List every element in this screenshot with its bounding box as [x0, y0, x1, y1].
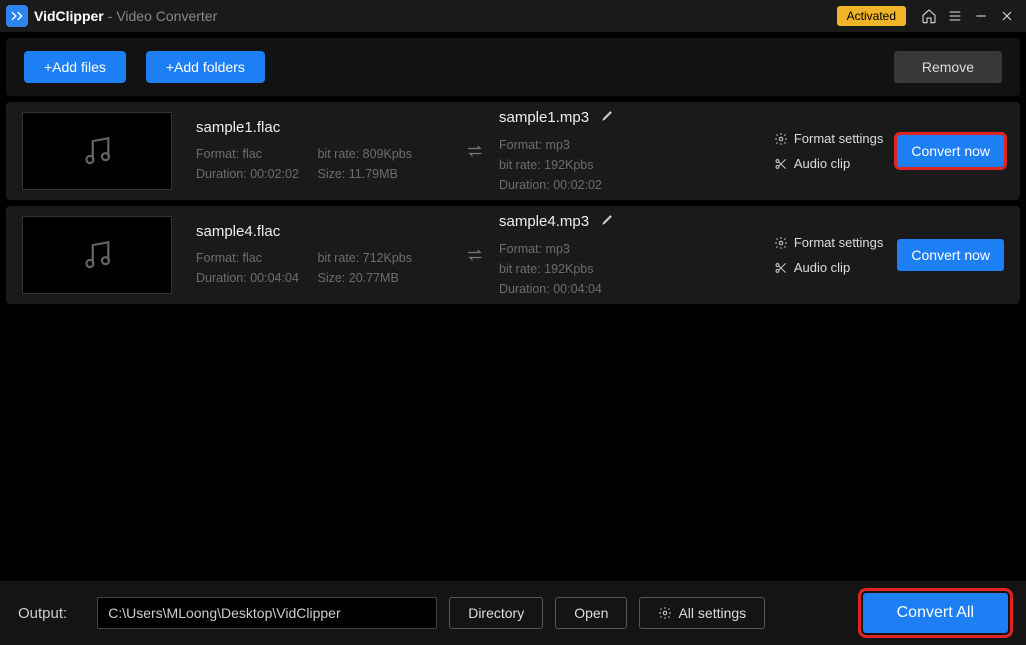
all-settings-button[interactable]: All settings: [639, 597, 765, 629]
dest-duration: Duration: 00:04:04: [499, 279, 617, 299]
music-note-icon: [80, 134, 114, 168]
swap-icon: [457, 141, 493, 161]
gear-icon: [774, 132, 788, 146]
source-column: sample4.flac Format: flac bit rate: 712K…: [196, 223, 451, 288]
file-list: sample1.flac Format: flac bit rate: 809K…: [0, 96, 1026, 316]
source-format: Format: flac: [196, 144, 314, 164]
dest-format: Format: mp3: [499, 239, 617, 259]
source-format: Format: flac: [196, 248, 314, 268]
bottombar: Output: Directory Open All settings Conv…: [0, 581, 1026, 645]
source-size: Size: 20.77MB: [317, 268, 435, 288]
app-subtitle: - Video Converter: [108, 8, 217, 24]
dest-column: sample4.mp3 Format: mp3 bit rate: 192Kpb…: [499, 212, 729, 299]
dest-filename: sample1.mp3: [499, 109, 589, 126]
dest-format: Format: mp3: [499, 135, 617, 155]
convert-all-button[interactable]: Convert All: [863, 593, 1008, 633]
add-files-button[interactable]: +Add files: [24, 51, 126, 83]
gear-icon: [774, 236, 788, 250]
audio-clip-link[interactable]: Audio clip: [774, 260, 850, 275]
edit-icon[interactable]: [601, 108, 615, 127]
format-settings-link[interactable]: Format settings: [774, 131, 884, 146]
output-path-input[interactable]: [97, 597, 437, 629]
dest-bitrate: bit rate: 192Kpbs: [499, 155, 617, 175]
gear-icon: [658, 606, 672, 620]
source-duration: Duration: 00:04:04: [196, 268, 314, 288]
scissors-icon: [774, 261, 788, 275]
add-folders-button[interactable]: +Add folders: [146, 51, 265, 83]
dest-bitrate: bit rate: 192Kpbs: [499, 259, 617, 279]
toolbar: +Add files +Add folders Remove: [6, 38, 1020, 96]
source-duration: Duration: 00:02:02: [196, 164, 314, 184]
close-icon[interactable]: [994, 3, 1020, 29]
file-row[interactable]: sample4.flac Format: flac bit rate: 712K…: [6, 206, 1020, 304]
directory-button[interactable]: Directory: [449, 597, 543, 629]
menu-icon[interactable]: [942, 3, 968, 29]
convert-now-button[interactable]: Convert now: [897, 135, 1004, 167]
remove-button[interactable]: Remove: [894, 51, 1002, 83]
file-row[interactable]: sample1.flac Format: flac bit rate: 809K…: [6, 102, 1020, 200]
output-label: Output:: [18, 605, 67, 622]
app-name: VidClipper: [34, 8, 104, 24]
scissors-icon: [774, 157, 788, 171]
activated-badge: Activated: [837, 6, 906, 26]
source-filename: sample4.flac: [196, 223, 451, 240]
source-size: Size: 11.79MB: [317, 164, 435, 184]
source-bitrate: bit rate: 712Kpbs: [317, 248, 435, 268]
swap-icon: [457, 245, 493, 265]
edit-icon[interactable]: [601, 212, 615, 231]
file-thumbnail: [22, 112, 172, 190]
dest-filename: sample4.mp3: [499, 213, 589, 230]
minimize-icon[interactable]: [968, 3, 994, 29]
file-thumbnail: [22, 216, 172, 294]
dest-duration: Duration: 00:02:02: [499, 175, 617, 195]
convert-now-button[interactable]: Convert now: [897, 239, 1004, 271]
source-filename: sample1.flac: [196, 119, 451, 136]
open-button[interactable]: Open: [555, 597, 627, 629]
source-bitrate: bit rate: 809Kpbs: [317, 144, 435, 164]
source-column: sample1.flac Format: flac bit rate: 809K…: [196, 119, 451, 184]
format-settings-link[interactable]: Format settings: [774, 235, 884, 250]
home-icon[interactable]: [916, 3, 942, 29]
dest-column: sample1.mp3 Format: mp3 bit rate: 192Kpb…: [499, 108, 729, 195]
titlebar: VidClipper - Video Converter Activated: [0, 0, 1026, 32]
music-note-icon: [80, 238, 114, 272]
app-logo: [6, 5, 28, 27]
audio-clip-link[interactable]: Audio clip: [774, 156, 850, 171]
